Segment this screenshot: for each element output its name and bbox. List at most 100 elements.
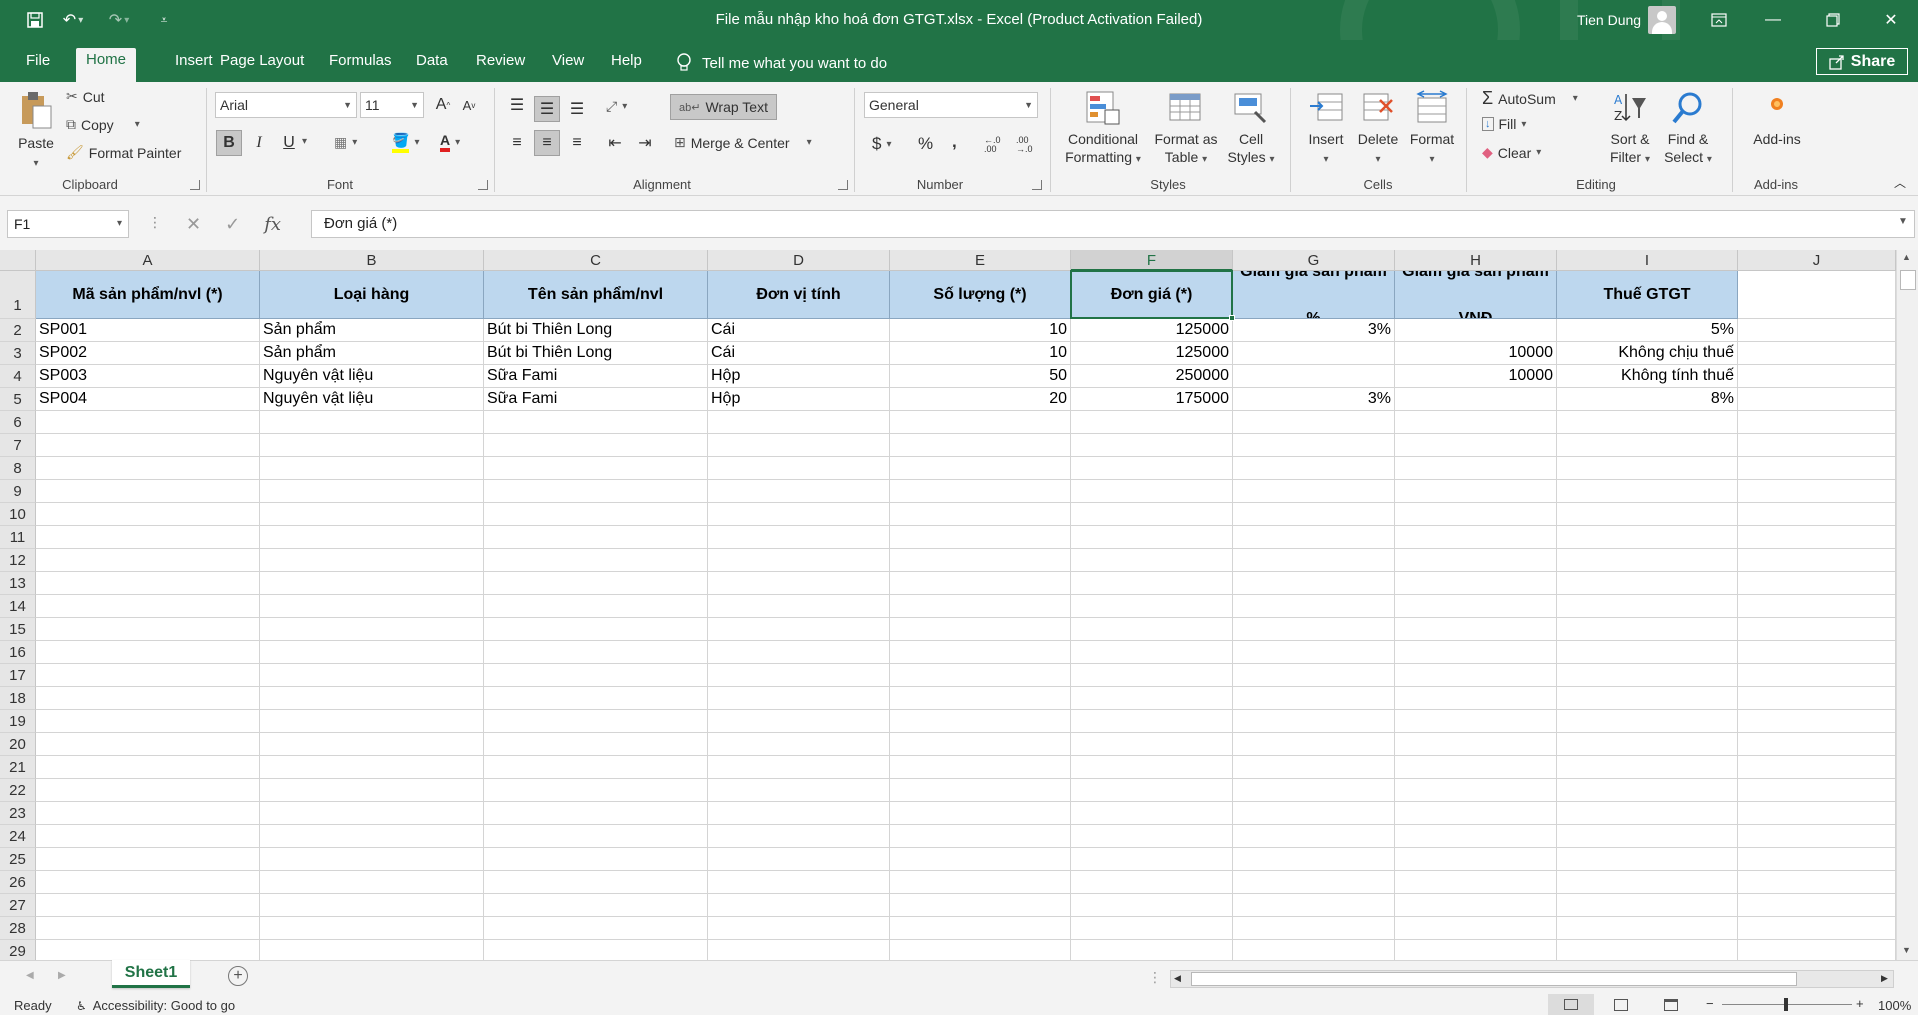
table-cell[interactable]: Nguyên vật liệu: [260, 388, 484, 411]
cancel-icon[interactable]: ✕: [186, 214, 201, 235]
table-cell[interactable]: 3%: [1233, 319, 1395, 342]
empty-cell[interactable]: [1233, 779, 1395, 802]
align-right-icon[interactable]: ≡: [564, 130, 590, 156]
table-cell[interactable]: [1395, 319, 1557, 342]
empty-cell[interactable]: [1071, 434, 1233, 457]
empty-cell[interactable]: [1557, 825, 1738, 848]
tab-data[interactable]: Data: [406, 49, 458, 82]
decrease-font-icon[interactable]: Av: [456, 92, 482, 118]
empty-cell[interactable]: [1233, 733, 1395, 756]
table-cell[interactable]: SP003: [36, 365, 260, 388]
empty-cell[interactable]: [1557, 687, 1738, 710]
row-header-10[interactable]: 10: [0, 503, 36, 526]
empty-cell[interactable]: [1395, 871, 1557, 894]
empty-cell[interactable]: [1738, 319, 1896, 342]
user-name[interactable]: Tien Dung: [1577, 12, 1641, 28]
empty-cell[interactable]: [484, 641, 708, 664]
row-header-3[interactable]: 3: [0, 342, 36, 365]
row-header-20[interactable]: 20: [0, 733, 36, 756]
empty-cell[interactable]: [1071, 802, 1233, 825]
row-header-28[interactable]: 28: [0, 917, 36, 940]
empty-cell[interactable]: [1395, 802, 1557, 825]
row-header-22[interactable]: 22: [0, 779, 36, 802]
empty-cell[interactable]: [484, 848, 708, 871]
column-header-c[interactable]: C: [484, 250, 708, 271]
empty-cell[interactable]: [708, 917, 890, 940]
empty-cell[interactable]: [484, 917, 708, 940]
empty-cell[interactable]: [1557, 894, 1738, 917]
header-cell[interactable]: Loại hàng: [260, 271, 484, 319]
empty-cell[interactable]: [708, 457, 890, 480]
empty-cell[interactable]: [1738, 365, 1896, 388]
empty-cell[interactable]: [36, 526, 260, 549]
header-cell[interactable]: Đơn giá (*): [1071, 271, 1233, 319]
empty-cell[interactable]: [890, 549, 1071, 572]
empty-cell[interactable]: [1557, 618, 1738, 641]
merge-center-button[interactable]: ⊞ Merge & Center ▾: [674, 134, 812, 151]
empty-cell[interactable]: [1071, 940, 1233, 960]
empty-cell[interactable]: [484, 710, 708, 733]
empty-cell[interactable]: [708, 664, 890, 687]
empty-cell[interactable]: [708, 825, 890, 848]
empty-cell[interactable]: [1395, 848, 1557, 871]
table-cell[interactable]: 250000: [1071, 365, 1233, 388]
column-header-e[interactable]: E: [890, 250, 1071, 271]
empty-cell[interactable]: [260, 595, 484, 618]
empty-cell[interactable]: [1738, 917, 1896, 940]
empty-cell[interactable]: [1738, 641, 1896, 664]
currency-button[interactable]: $ ▾: [872, 134, 892, 154]
table-cell[interactable]: 10000: [1395, 342, 1557, 365]
ribbon-display-options-icon[interactable]: [1696, 0, 1742, 40]
empty-cell[interactable]: [36, 710, 260, 733]
row-header-4[interactable]: 4: [0, 365, 36, 388]
empty-cell[interactable]: [708, 549, 890, 572]
empty-cell[interactable]: [1233, 871, 1395, 894]
empty-cell[interactable]: [484, 687, 708, 710]
increase-decimal-icon[interactable]: ←.0.00: [984, 136, 1001, 154]
empty-cell[interactable]: [1395, 503, 1557, 526]
empty-cell[interactable]: [260, 756, 484, 779]
empty-cell[interactable]: [1738, 894, 1896, 917]
column-header-a[interactable]: A: [36, 250, 260, 271]
empty-cell[interactable]: [1738, 779, 1896, 802]
empty-cell[interactable]: [36, 618, 260, 641]
empty-cell[interactable]: [1738, 480, 1896, 503]
empty-cell[interactable]: [260, 917, 484, 940]
header-cell[interactable]: Tên sản phẩm/nvl: [484, 271, 708, 319]
align-middle-icon[interactable]: ☰: [534, 96, 560, 122]
header-cell[interactable]: Số lượng (*): [890, 271, 1071, 319]
empty-cell[interactable]: [1738, 733, 1896, 756]
table-cell[interactable]: Hộp: [708, 365, 890, 388]
empty-cell[interactable]: [1395, 917, 1557, 940]
empty-cell[interactable]: [1071, 641, 1233, 664]
empty-cell[interactable]: [260, 503, 484, 526]
table-cell[interactable]: 125000: [1071, 342, 1233, 365]
empty-cell[interactable]: [1738, 871, 1896, 894]
empty-cell[interactable]: [36, 687, 260, 710]
number-format-select[interactable]: General ▼: [864, 92, 1038, 118]
header-cell[interactable]: Giảm giá sản phẩm VNĐ: [1395, 271, 1557, 319]
row-header-17[interactable]: 17: [0, 664, 36, 687]
empty-cell[interactable]: [1738, 825, 1896, 848]
empty-cell[interactable]: [1557, 549, 1738, 572]
empty-cell[interactable]: [708, 618, 890, 641]
empty-cell[interactable]: [260, 848, 484, 871]
empty-cell[interactable]: [1557, 802, 1738, 825]
table-cell[interactable]: SP001: [36, 319, 260, 342]
empty-cell[interactable]: [484, 618, 708, 641]
table-cell[interactable]: SP002: [36, 342, 260, 365]
empty-cell[interactable]: [708, 595, 890, 618]
table-cell[interactable]: Bút bi Thiên Long: [484, 319, 708, 342]
empty-cell[interactable]: [1557, 595, 1738, 618]
empty-cell[interactable]: [1557, 917, 1738, 940]
empty-cell[interactable]: [260, 457, 484, 480]
empty-cell[interactable]: [890, 618, 1071, 641]
empty-cell[interactable]: [36, 434, 260, 457]
empty-cell[interactable]: [1395, 457, 1557, 480]
empty-cell[interactable]: [890, 664, 1071, 687]
empty-cell[interactable]: [1395, 779, 1557, 802]
empty-cell[interactable]: [1071, 848, 1233, 871]
empty-cell[interactable]: [484, 871, 708, 894]
empty-cell[interactable]: [1071, 503, 1233, 526]
empty-cell[interactable]: [484, 572, 708, 595]
